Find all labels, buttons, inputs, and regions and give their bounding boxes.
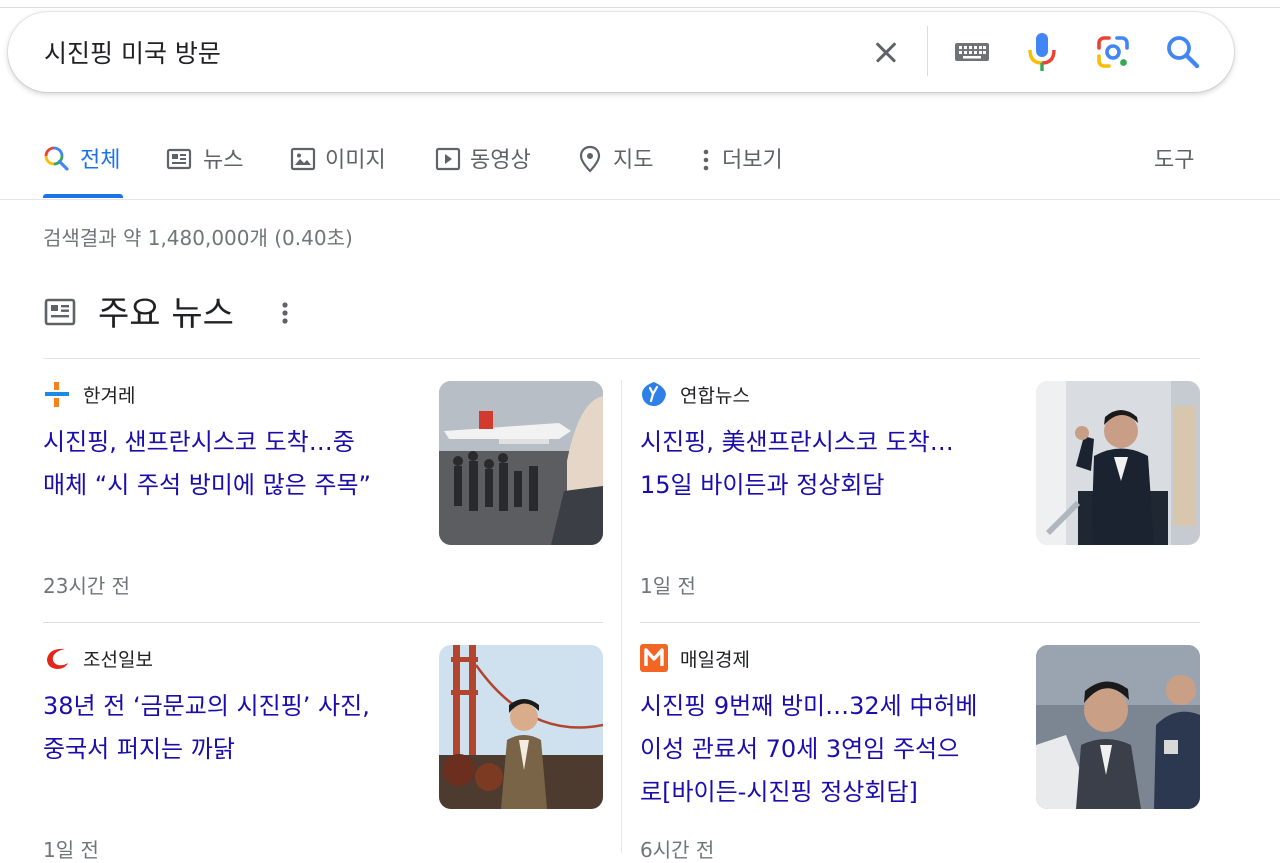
image-icon: [290, 147, 316, 175]
headline-line: 이성 관료서 70세 3연임 주석으: [640, 735, 960, 763]
top-news-divider: [43, 358, 1200, 359]
tab-label: 뉴스: [203, 148, 244, 173]
headline-line: 38년 전 ‘금문교의 시진핑’ 사진,: [43, 692, 370, 720]
headline-line: 15일 바이든과 정상회담: [640, 471, 885, 499]
headline-line: 시진핑, 샌프란시스코 도착…중: [43, 428, 355, 456]
news-thumbnail: [439, 381, 603, 545]
tab-videos[interactable]: 동영상: [435, 130, 540, 198]
news-time: 1일 전: [640, 574, 696, 598]
news-card[interactable]: 연합뉴스 시진핑, 美샌프란시스코 도착… 15일 바이든과 정상회담 1일 전: [640, 380, 1200, 600]
row-divider: [640, 622, 1200, 623]
tab-all[interactable]: 전체: [43, 130, 125, 198]
tab-label: 지도: [613, 148, 654, 173]
news-headline[interactable]: 시진핑, 美샌프란시스코 도착… 15일 바이든과 정상회담: [640, 421, 1000, 507]
tools-label: 도구: [1154, 148, 1195, 173]
search-bar[interactable]: 시진핑 미국 방문: [8, 12, 1234, 92]
result-stats: 검색결과 약 1,480,000개 (0.40초): [43, 226, 353, 250]
tab-label: 전체: [80, 148, 121, 173]
top-news-icon: [44, 297, 76, 327]
headline-line: 중국서 퍼지는 까닭: [43, 735, 235, 763]
news-time: 6시간 전: [640, 838, 715, 862]
chosun-logo-icon: [43, 644, 71, 672]
headline-line: 로[바이든-시진핑 정상회담]: [640, 778, 918, 806]
voice-search-icon[interactable]: [1026, 30, 1058, 74]
map-pin-icon: [579, 145, 601, 177]
headline-line: 시진핑, 美샌프란시스코 도착…: [640, 428, 954, 456]
search-tabs: 전체 뉴스 이미지 동영상 지도 더보기 도구: [0, 130, 1280, 200]
search-bar-separator: [927, 26, 928, 76]
newspaper-icon: [166, 148, 192, 174]
tab-label: 동영상: [470, 148, 531, 173]
google-lens-icon[interactable]: [1093, 32, 1133, 72]
news-card[interactable]: 매일경제 시진핑 9번째 방미…32세 中허베 이성 관료서 70세 3연임 주…: [640, 644, 1200, 862]
search-icon[interactable]: [1163, 32, 1203, 72]
tools-button[interactable]: 도구: [1154, 130, 1204, 198]
news-card[interactable]: 한겨레 시진핑, 샌프란시스코 도착…중 매체 “시 주석 방미에 많은 주목”…: [43, 380, 603, 600]
active-tab-indicator: [43, 194, 123, 198]
headline-line: 시진핑 9번째 방미…32세 中허베: [640, 692, 978, 720]
tab-label: 더보기: [722, 148, 783, 173]
maeil-logo-icon: [640, 644, 668, 672]
news-headline[interactable]: 38년 전 ‘금문교의 시진핑’ 사진, 중국서 퍼지는 까닭: [43, 685, 403, 771]
search-input[interactable]: 시진핑 미국 방문: [44, 34, 221, 70]
news-time: 23시간 전: [43, 574, 131, 598]
yonhap-logo-icon: [640, 380, 668, 408]
source-name: 조선일보: [83, 649, 153, 671]
headline-line: 매체 “시 주석 방미에 많은 주목”: [43, 471, 371, 499]
news-thumbnail: [439, 645, 603, 809]
news-headline[interactable]: 시진핑, 샌프란시스코 도착…중 매체 “시 주석 방미에 많은 주목”: [43, 421, 403, 507]
clear-icon[interactable]: [866, 32, 906, 72]
source-name: 연합뉴스: [680, 385, 750, 407]
tab-news[interactable]: 뉴스: [166, 130, 248, 198]
news-headline[interactable]: 시진핑 9번째 방미…32세 中허베 이성 관료서 70세 3연임 주석으 로[…: [640, 685, 1000, 814]
source-name: 한겨레: [83, 385, 136, 407]
search-multicolor-icon: [43, 144, 69, 176]
more-vert-icon: [702, 148, 710, 176]
keyboard-icon[interactable]: [952, 37, 992, 67]
tab-more[interactable]: 더보기: [700, 130, 792, 198]
top-news-title: 주요 뉴스: [98, 294, 234, 334]
hankyoreh-logo-icon: [43, 380, 71, 408]
column-divider: [621, 380, 622, 853]
news-time: 1일 전: [43, 838, 99, 862]
source-name: 매일경제: [680, 649, 750, 671]
news-thumbnail: [1036, 381, 1200, 545]
tab-maps[interactable]: 지도: [579, 130, 661, 198]
tab-label: 이미지: [325, 148, 386, 173]
more-vert-icon[interactable]: [274, 298, 296, 328]
news-card[interactable]: 조선일보 38년 전 ‘금문교의 시진핑’ 사진, 중국서 퍼지는 까닭 1일 …: [43, 644, 603, 862]
row-divider: [43, 622, 603, 623]
play-icon: [435, 147, 461, 175]
news-thumbnail: [1036, 645, 1200, 809]
tabs-divider: [0, 199, 1280, 200]
tab-images[interactable]: 이미지: [290, 130, 395, 198]
top-divider: [0, 7, 1280, 8]
